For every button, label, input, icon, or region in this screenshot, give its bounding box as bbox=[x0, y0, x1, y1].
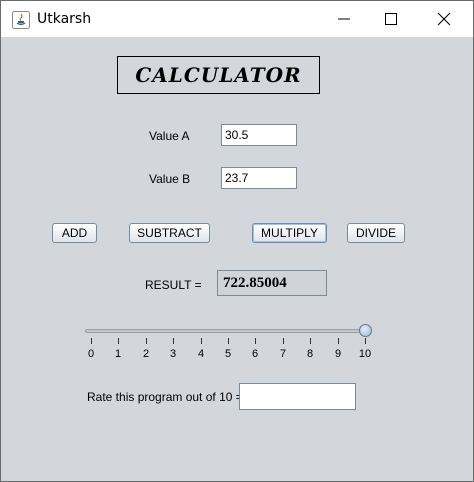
value-b-label: Value B bbox=[149, 172, 191, 186]
minimize-icon bbox=[338, 18, 350, 20]
slider-tick bbox=[91, 338, 92, 344]
page-title: CALCULATOR bbox=[135, 63, 302, 87]
slider-tick bbox=[365, 338, 366, 344]
heading-box: CALCULATOR bbox=[117, 56, 320, 94]
subtract-button[interactable]: SUBTRACT bbox=[129, 223, 210, 243]
slider-tick bbox=[201, 338, 202, 344]
slider-tick-label: 0 bbox=[87, 348, 95, 360]
slider-tick-label: 3 bbox=[169, 348, 177, 360]
slider-tick-label: 9 bbox=[334, 348, 342, 360]
slider-tick-label: 8 bbox=[306, 348, 314, 360]
slider-tick bbox=[283, 338, 284, 344]
content-panel: CALCULATOR Value A 30.5 Value B 23.7 ADD… bbox=[1, 37, 473, 481]
add-button[interactable]: ADD bbox=[52, 223, 97, 243]
slider-tick-label: 2 bbox=[142, 348, 150, 360]
app-window: Utkarsh CALCULATOR Value A 30.5 Value B … bbox=[0, 0, 474, 482]
divide-button[interactable]: DIVIDE bbox=[347, 223, 405, 243]
slider-tick-label: 10 bbox=[358, 348, 372, 360]
window-title: Utkarsh bbox=[37, 11, 92, 27]
slider-tick-label: 1 bbox=[114, 348, 122, 360]
slider-tick-label: 5 bbox=[224, 348, 232, 360]
java-icon[interactable] bbox=[12, 11, 30, 29]
slider-tick bbox=[146, 338, 147, 344]
slider-tick bbox=[228, 338, 229, 344]
multiply-button[interactable]: MULTIPLY bbox=[252, 223, 327, 243]
slider-tick bbox=[118, 338, 119, 344]
value-b-input[interactable]: 23.7 bbox=[221, 167, 297, 189]
slider-tick bbox=[255, 338, 256, 344]
slider-tick-label: 7 bbox=[279, 348, 287, 360]
slider-tick-label: 4 bbox=[197, 348, 205, 360]
title-bar[interactable]: Utkarsh bbox=[1, 1, 473, 37]
rating-label: Rate this program out of 10 = bbox=[87, 390, 243, 404]
slider-tick bbox=[173, 338, 174, 344]
slider-tick-label: 6 bbox=[251, 348, 259, 360]
result-field: 722.85004 bbox=[217, 270, 327, 296]
value-a-label: Value A bbox=[149, 129, 190, 143]
maximize-icon bbox=[385, 13, 397, 25]
close-button[interactable] bbox=[421, 1, 467, 37]
result-label: RESULT = bbox=[145, 278, 202, 292]
slider-tick bbox=[338, 338, 339, 344]
rating-input[interactable] bbox=[239, 383, 356, 410]
slider-knob[interactable] bbox=[359, 324, 372, 337]
maximize-button[interactable] bbox=[368, 1, 414, 37]
slider-track[interactable] bbox=[85, 329, 367, 333]
close-icon bbox=[437, 12, 451, 26]
slider-tick bbox=[310, 338, 311, 344]
value-a-input[interactable]: 30.5 bbox=[221, 124, 297, 146]
minimize-button[interactable] bbox=[321, 1, 367, 37]
